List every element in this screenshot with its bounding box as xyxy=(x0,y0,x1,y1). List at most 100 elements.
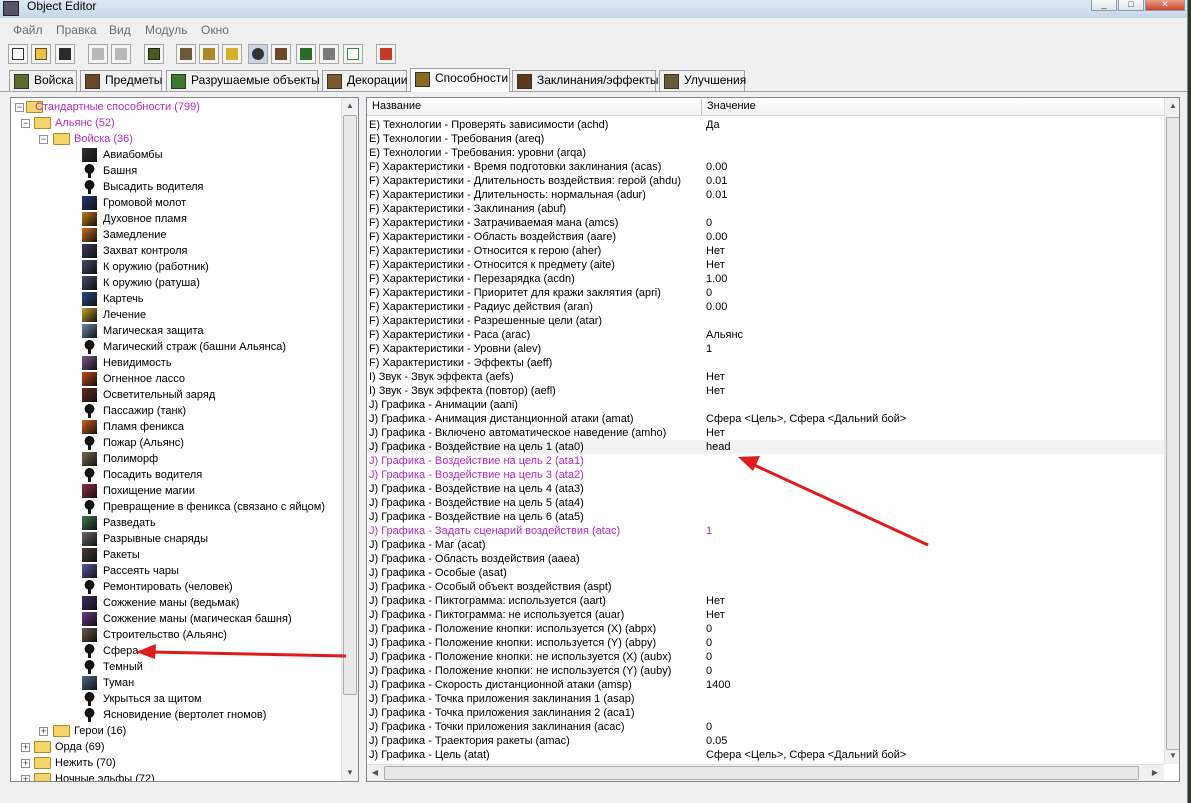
collapse-toggle[interactable]: − xyxy=(21,119,30,128)
expand-toggle[interactable]: + xyxy=(21,775,30,781)
table-row[interactable]: F) Характеристики - Уровни (alev) 1 xyxy=(367,342,1164,356)
table-row[interactable]: J) Графика - Положение кнопки: не исполь… xyxy=(367,650,1164,664)
maximize-button[interactable]: □ xyxy=(1118,0,1144,11)
scroll-thumb[interactable] xyxy=(343,115,357,695)
table-row[interactable]: J) Графика - Анимация дистанционной атак… xyxy=(367,412,1164,426)
table-row[interactable]: F) Характеристики - Время подготовки зак… xyxy=(367,160,1164,174)
column-name-header[interactable]: Название xyxy=(372,100,421,112)
tab-items[interactable]: Предметы xyxy=(80,70,162,91)
table-row[interactable]: J) Графика - Точки приложения заклинания… xyxy=(367,720,1164,734)
scroll-left-arrow[interactable]: ◀ xyxy=(367,765,383,781)
table-row[interactable]: E) Технологии - Проверять зависимости (a… xyxy=(367,118,1164,132)
table-row[interactable]: F) Характеристики - Раса (arac) Альянс xyxy=(367,328,1164,342)
table-row[interactable]: J) Графика - Положение кнопки: не исполь… xyxy=(367,664,1164,678)
table-row[interactable]: J) Графика - Пиктограмма: используется (… xyxy=(367,594,1164,608)
table-row[interactable]: F) Характеристики - Заклинания (abuf) xyxy=(367,202,1164,216)
scroll-thumb[interactable] xyxy=(384,766,1139,780)
tab-upgrades[interactable]: Улучшения xyxy=(659,70,746,91)
field-name: F) Характеристики - Длительность воздейс… xyxy=(369,175,682,187)
table-row[interactable]: J) Графика - Пиктограмма: не используетс… xyxy=(367,608,1164,622)
close-button[interactable]: ✕ xyxy=(1145,0,1185,11)
collapse-toggle[interactable]: − xyxy=(39,135,48,144)
table-row[interactable]: J) Графика - Задать сценарий воздействия… xyxy=(367,524,1164,538)
table-row[interactable]: F) Характеристики - Область воздействия … xyxy=(367,230,1164,244)
scroll-down-arrow[interactable]: ▼ xyxy=(1165,748,1179,764)
table-row[interactable]: F) Характеристики - Относится к герою (a… xyxy=(367,244,1164,258)
table-row[interactable]: J) Графика - Воздействие на цель 4 (ata3… xyxy=(367,482,1164,496)
column-separator[interactable] xyxy=(701,99,702,115)
table-row[interactable]: F) Характеристики - Относится к предмету… xyxy=(367,258,1164,272)
tab-abilities[interactable]: Способности xyxy=(410,68,510,92)
scroll-up-arrow[interactable]: ▲ xyxy=(342,98,358,114)
scroll-down-arrow[interactable]: ▼ xyxy=(342,765,358,781)
table-row[interactable]: E) Технологии - Требования: уровни (arqa… xyxy=(367,146,1164,160)
table-row[interactable]: J) Графика - Воздействие на цель 1 (ata0… xyxy=(367,440,1164,454)
table-row[interactable]: J) Графика - Скорость дистанционной атак… xyxy=(367,678,1164,692)
column-value-header[interactable]: Значение xyxy=(707,100,756,112)
copy-button[interactable] xyxy=(88,44,108,64)
table-row[interactable]: J) Графика - Область воздействия (aaea) xyxy=(367,552,1164,566)
table-row[interactable]: F) Характеристики - Эффекты (aeff) xyxy=(367,356,1164,370)
ability-button[interactable] xyxy=(248,44,268,64)
table-row[interactable]: J) Графика - Воздействие на цель 3 (ata2… xyxy=(367,468,1164,482)
menu-edit[interactable]: Правка xyxy=(56,23,97,37)
table-row[interactable]: J) Графика - Маг (acat) xyxy=(367,538,1164,552)
table-row[interactable]: F) Характеристики - Длительность: нормал… xyxy=(367,188,1164,202)
table-row[interactable]: F) Характеристики - Приоритет для кражи … xyxy=(367,286,1164,300)
table-horizontal-scrollbar[interactable]: ◀ ▶ xyxy=(367,764,1164,781)
tree-vertical-scrollbar[interactable]: ▲ ▼ xyxy=(341,98,358,781)
upgrade-button[interactable] xyxy=(271,44,291,64)
unit-button[interactable] xyxy=(144,44,164,64)
terrain-button[interactable] xyxy=(296,44,316,64)
table-row[interactable]: F) Характеристики - Затрачиваемая мана (… xyxy=(367,216,1164,230)
menu-view[interactable]: Вид xyxy=(109,23,131,37)
table-vertical-scrollbar[interactable]: ▲ ▼ xyxy=(1164,98,1179,764)
item-button[interactable] xyxy=(199,44,219,64)
table-row[interactable]: J) Графика - Воздействие на цель 5 (ata4… xyxy=(367,496,1164,510)
expand-toggle[interactable]: + xyxy=(21,759,30,768)
menu-module[interactable]: Модуль xyxy=(145,23,188,37)
tab-buffs-effects[interactable]: Заклинания/эффекты xyxy=(512,70,659,91)
table-row[interactable]: J) Графика - Включено автоматическое нав… xyxy=(367,426,1164,440)
table-row[interactable]: J) Графика - Воздействие на цель 2 (ata1… xyxy=(367,454,1164,468)
table-row[interactable]: J) Графика - Воздействие на цель 6 (ata5… xyxy=(367,510,1164,524)
scroll-right-arrow[interactable]: ▶ xyxy=(1147,765,1163,781)
table-row[interactable]: F) Характеристики - Перезарядка (acdn) 1.… xyxy=(367,272,1164,286)
table-row[interactable]: J) Графика - Анимации (aani) xyxy=(367,398,1164,412)
table-row[interactable]: J) Графика - Положение кнопки: используе… xyxy=(367,636,1164,650)
scroll-thumb[interactable] xyxy=(1166,117,1179,750)
doodad-button[interactable] xyxy=(176,44,196,64)
open-button[interactable] xyxy=(31,44,51,64)
object-button[interactable] xyxy=(319,44,339,64)
table-row[interactable]: J) Графика - Точка приложения заклинания… xyxy=(367,692,1164,706)
minimize-button[interactable]: _ xyxy=(1091,0,1117,11)
table-row[interactable]: I) Звук - Звук эффекта (повтор) (aefl) Не… xyxy=(367,384,1164,398)
export-button[interactable] xyxy=(343,44,363,64)
expand-toggle[interactable]: + xyxy=(21,743,30,752)
expand-toggle[interactable]: + xyxy=(39,727,48,736)
table-row[interactable]: J) Графика - Особые (asat) xyxy=(367,566,1164,580)
table-row[interactable]: F) Характеристики - Разрешенные цели (at… xyxy=(367,314,1164,328)
paste-button[interactable] xyxy=(111,44,131,64)
table-row[interactable]: F) Характеристики - Радиус действия (ara… xyxy=(367,300,1164,314)
table-row[interactable]: J) Графика - Точка приложения заклинания… xyxy=(367,706,1164,720)
tab-destructibles[interactable]: Разрушаемые объекты xyxy=(166,70,320,91)
collapse-toggle[interactable]: − xyxy=(15,103,24,112)
scroll-up-arrow[interactable]: ▲ xyxy=(1165,98,1179,114)
table-row[interactable]: J) Графика - Цель (atat) Сфера <Цель>, Сф… xyxy=(367,748,1164,762)
sound-button[interactable] xyxy=(222,44,242,64)
field-name: J) Графика - Положение кнопки: не исполь… xyxy=(369,651,672,663)
table-row[interactable]: E) Технологии - Требования (areq) xyxy=(367,132,1164,146)
menu-window[interactable]: Окно xyxy=(201,23,229,37)
test-map-button[interactable] xyxy=(376,44,396,64)
table-row[interactable]: J) Графика - Траектория ракеты (amac) 0.0… xyxy=(367,734,1164,748)
table-row[interactable]: F) Характеристики - Длительность воздейс… xyxy=(367,174,1164,188)
tab-doodads[interactable]: Декорации xyxy=(322,70,408,91)
table-row[interactable]: J) Графика - Особый объект воздействия (… xyxy=(367,580,1164,594)
table-row[interactable]: I) Звук - Звук эффекта (aefs) Нет xyxy=(367,370,1164,384)
new-file-button[interactable] xyxy=(8,44,28,64)
tab-units[interactable]: Войска xyxy=(9,70,77,91)
menu-file[interactable]: Файл xyxy=(13,23,43,37)
table-row[interactable]: J) Графика - Положение кнопки: используе… xyxy=(367,622,1164,636)
save-button[interactable] xyxy=(55,44,75,64)
